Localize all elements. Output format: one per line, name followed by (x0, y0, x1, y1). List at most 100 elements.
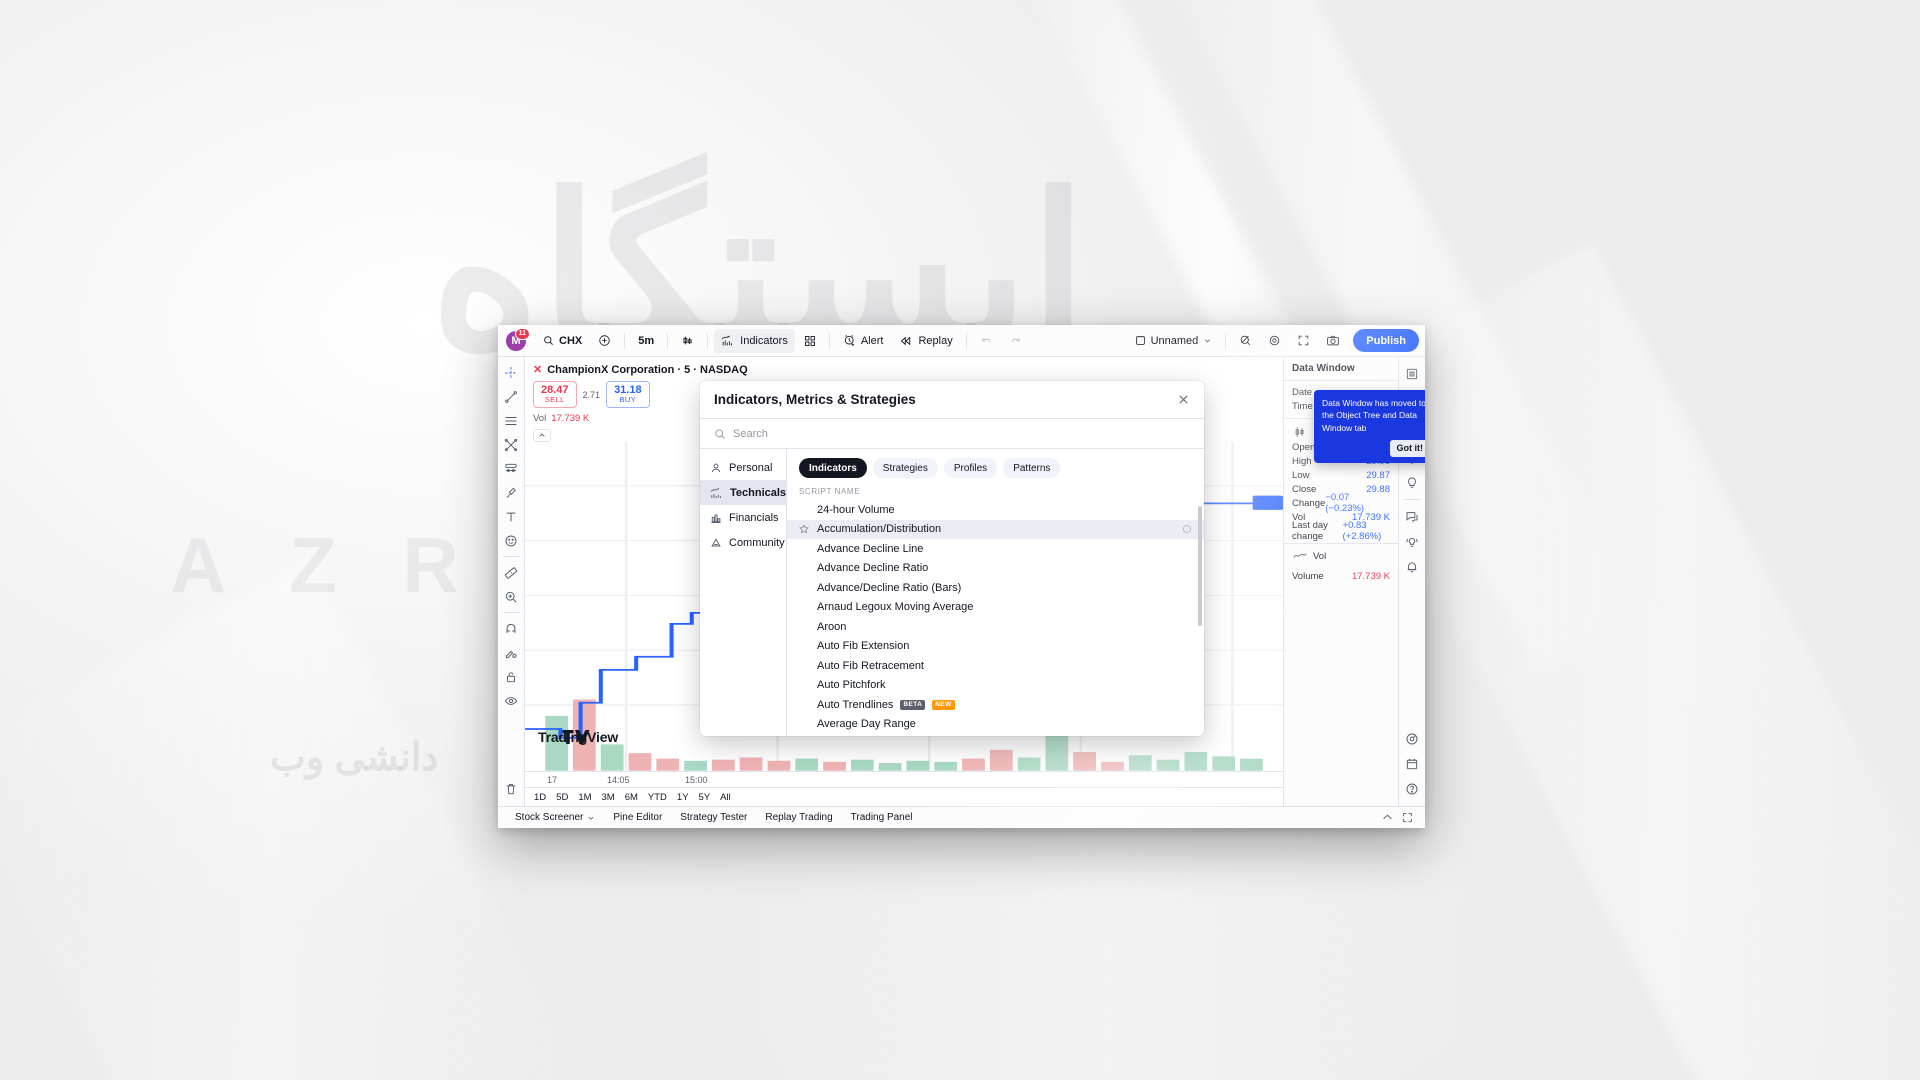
sell-button[interactable]: 28.47 SELL (533, 381, 577, 409)
alert-button[interactable]: Alert (836, 329, 891, 353)
tradingview-watermark: TradingView (533, 729, 618, 745)
chip-patterns[interactable]: Patterns (1003, 458, 1061, 478)
hide-drawings-icon[interactable] (500, 689, 523, 712)
timeframe-3m[interactable]: 3M (597, 791, 620, 804)
app-logo-button[interactable]: M 11 (506, 327, 530, 351)
ideas-icon[interactable] (1401, 471, 1424, 494)
list-item[interactable]: Average Day Range (787, 715, 1204, 735)
timeframe-5y[interactable]: 5Y (694, 791, 716, 804)
replay-button[interactable]: Replay (892, 329, 959, 353)
nav-label-financials: Financials (729, 511, 779, 524)
timeframe-1y[interactable]: 1Y (672, 791, 694, 804)
remove-drawings-icon[interactable] (500, 777, 523, 800)
bottom-tab-strategy-tester[interactable]: Strategy Tester (671, 810, 756, 825)
chart-settings-button[interactable] (1261, 329, 1288, 353)
layout-name-button[interactable]: Unnamed (1128, 329, 1220, 353)
list-item[interactable]: Auto Pitchfork (787, 676, 1204, 696)
broadcast-icon[interactable] (1401, 530, 1424, 553)
zoom-in-icon[interactable] (500, 585, 523, 608)
chip-profiles[interactable]: Profiles (943, 458, 998, 478)
bottom-tab-pine-editor[interactable]: Pine Editor (604, 810, 671, 825)
timeframe-1m[interactable]: 1M (573, 791, 596, 804)
list-item[interactable]: Auto Fib Extension (787, 637, 1204, 657)
rail-divider (1403, 499, 1421, 500)
collapse-legend-button[interactable] (533, 429, 551, 443)
fib-retracement-icon[interactable] (500, 433, 523, 456)
got-it-button[interactable]: Got it! (1389, 439, 1425, 457)
chevron-up-icon[interactable] (1377, 810, 1397, 826)
chip-strategies[interactable]: Strategies (872, 458, 938, 478)
measure-icon[interactable] (500, 561, 523, 584)
alarm-clock-icon (843, 334, 856, 347)
publish-button[interactable]: Publish (1353, 329, 1419, 352)
indicators-label: Indicators (740, 334, 788, 347)
list-item-label: Arnaud Legoux Moving Average (817, 601, 974, 614)
stay-in-drawing-mode-icon[interactable] (500, 641, 523, 664)
bottom-tab-stock-screener[interactable]: Stock Screener (506, 810, 604, 825)
buy-button[interactable]: 31.18 BUY (606, 381, 650, 409)
calendar-icon[interactable] (1401, 752, 1424, 775)
pitchfork-icon[interactable] (500, 457, 523, 480)
timeframe-all[interactable]: All (715, 791, 736, 804)
indicator-list[interactable]: 24-hour Volume Accumulation/Distribution (787, 500, 1204, 736)
timeframe-1d[interactable]: 1D (529, 791, 551, 804)
list-item[interactable]: Auto Fib Retracement (787, 656, 1204, 676)
more-options-icon[interactable] (1182, 524, 1192, 534)
list-item[interactable]: Advance/Decline Ratio (Bars) (787, 578, 1204, 598)
compass-icon (710, 537, 722, 549)
indicator-templates-button[interactable] (797, 329, 823, 353)
chip-indicators[interactable]: Indicators (799, 458, 867, 478)
nav-item-personal[interactable]: Personal (700, 455, 786, 480)
list-item[interactable]: Accumulation/Distribution (787, 519, 1204, 539)
list-item[interactable]: Arnaud Legoux Moving Average (787, 598, 1204, 618)
add-symbol-button[interactable] (591, 329, 618, 353)
interval-button[interactable]: 5m (631, 329, 661, 353)
crosshair-icon[interactable] (500, 361, 523, 384)
redo-button[interactable] (1002, 329, 1029, 353)
snapshot-button[interactable] (1319, 329, 1347, 353)
chat-icon[interactable] (1401, 505, 1424, 528)
bottom-tab-replay-trading[interactable]: Replay Trading (756, 810, 841, 825)
nav-item-community[interactable]: Community (700, 530, 786, 555)
indicators-button[interactable]: Indicators (714, 328, 795, 353)
list-item[interactable]: Average Directional Index (787, 734, 1204, 736)
lock-icon[interactable] (500, 665, 523, 688)
trading-icon[interactable] (1401, 727, 1424, 750)
emoji-icon[interactable] (500, 529, 523, 552)
list-item[interactable]: Advance Decline Line (787, 539, 1204, 559)
favorite-star-icon[interactable] (799, 524, 810, 534)
timeframe-5d[interactable]: 5D (551, 791, 573, 804)
notifications-bell-icon[interactable] (1401, 555, 1424, 578)
nav-item-technicals[interactable]: Technicals (700, 480, 786, 505)
tradingview-window: M 11 CHX 5m Indicators Alert Replay Unna… (498, 325, 1425, 828)
undo-button[interactable] (973, 329, 1000, 353)
list-item[interactable]: Auto Trendlines BETA NEW (787, 695, 1204, 715)
maximize-icon[interactable] (1397, 810, 1417, 826)
symbol-row[interactable]: ✕ ChampionX Corporation · 5 · NASDAQ (533, 363, 1275, 377)
list-item[interactable]: Aroon (787, 617, 1204, 637)
rail-divider (502, 612, 520, 613)
list-scrollbar[interactable] (1198, 506, 1202, 626)
magnet-icon[interactable] (500, 617, 523, 640)
fullscreen-button[interactable] (1290, 329, 1317, 353)
help-icon[interactable] (1401, 777, 1424, 800)
list-item-label: Advance/Decline Ratio (Bars) (817, 581, 962, 594)
bottom-tab-trading-panel[interactable]: Trading Panel (842, 810, 922, 825)
text-icon[interactable] (500, 505, 523, 528)
timeframe-6m[interactable]: 6M (620, 791, 643, 804)
horizontal-lines-icon[interactable] (500, 409, 523, 432)
watchlist-icon[interactable] (1401, 362, 1424, 385)
list-item[interactable]: 24-hour Volume (787, 500, 1204, 520)
chart-style-button[interactable] (674, 329, 701, 353)
list-item[interactable]: Advance Decline Ratio (787, 559, 1204, 579)
close-icon[interactable] (1177, 393, 1190, 406)
symbol-search-button[interactable]: CHX (536, 329, 589, 353)
nav-item-financials[interactable]: Financials (700, 505, 786, 530)
timeframe-ytd[interactable]: YTD (643, 791, 672, 804)
quick-search-button[interactable] (1232, 329, 1259, 353)
trend-line-icon[interactable] (500, 385, 523, 408)
tooltip-text: Data Window has moved to the Object Tree… (1322, 398, 1425, 433)
brush-icon[interactable] (500, 481, 523, 504)
search-input[interactable] (733, 427, 1190, 440)
data-row-key: Volume (1292, 570, 1324, 582)
